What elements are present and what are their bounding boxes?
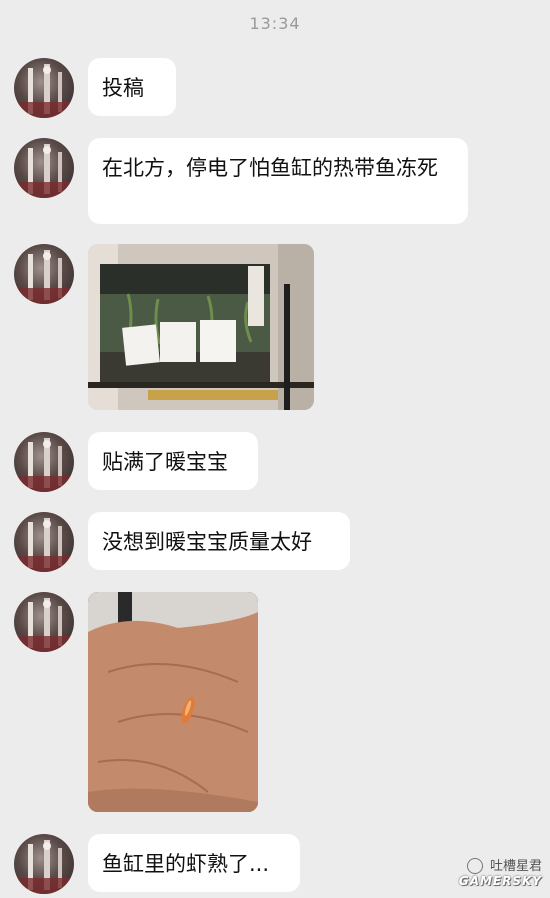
avatar[interactable] xyxy=(14,58,74,118)
watermark-account: 吐槽星君 xyxy=(489,858,542,874)
avatar[interactable] xyxy=(14,432,74,492)
message-text: 在北方，停电了怕鱼缸的热带鱼冻死 xyxy=(102,156,438,180)
message-bubble[interactable]: 贴满了暖宝宝 xyxy=(88,432,258,490)
wechat-icon xyxy=(466,858,483,874)
avatar[interactable] xyxy=(14,512,74,572)
message-text: 贴满了暖宝宝 xyxy=(102,450,228,474)
avatar[interactable] xyxy=(14,244,74,304)
avatar[interactable] xyxy=(14,592,74,652)
message-bubble[interactable]: 投稿 xyxy=(88,58,176,116)
message-text: 投稿 xyxy=(102,76,144,100)
avatar[interactable] xyxy=(14,138,74,198)
message-text: 没想到暖宝宝质量太好 xyxy=(102,530,312,554)
timestamp: 13:34 xyxy=(249,14,301,33)
watermark-site: GAMERSKY xyxy=(458,874,542,888)
message-bubble[interactable]: 没想到暖宝宝质量太好 xyxy=(88,512,350,570)
avatar[interactable] xyxy=(14,834,74,894)
message-bubble[interactable]: 在北方，停电了怕鱼缸的热带鱼冻死 xyxy=(88,138,468,224)
shrimp-hand-image[interactable] xyxy=(88,592,258,812)
message-bubble[interactable]: 鱼缸里的虾熟了... xyxy=(88,834,300,892)
fish-tank-image[interactable] xyxy=(88,244,314,410)
watermark: 吐槽星君 GAMERSKY xyxy=(458,855,542,888)
message-text: 鱼缸里的虾熟了... xyxy=(102,852,270,876)
